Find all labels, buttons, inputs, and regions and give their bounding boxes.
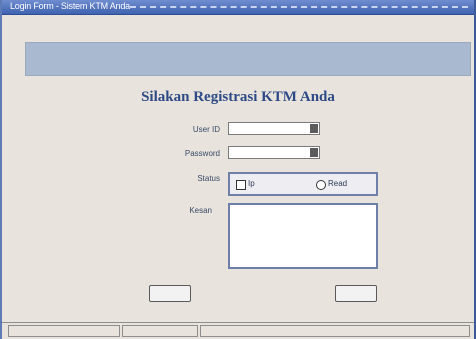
checkbox-icon[interactable] [236,180,246,190]
title-bar-rule [130,6,468,8]
password-label: Password [184,149,220,158]
status-cell-2 [122,325,198,337]
header-banner [25,42,471,76]
status-cell-3 [200,325,470,337]
note-label: Kesan [189,206,212,215]
ok-button[interactable] [149,285,191,302]
status-option-group: Ip Read [228,172,378,196]
status-bar [2,322,474,339]
user-id-field[interactable] [228,122,320,135]
status-label: Status [197,174,220,183]
status-option-ip[interactable]: Ip [248,179,255,188]
user-id-label: User ID [192,125,220,134]
app-window: Login Form - Sistem KTM Anda Silakan Reg… [0,0,476,339]
title-bar[interactable]: Login Form - Sistem KTM Anda [2,0,474,15]
password-field[interactable] [228,146,320,159]
cancel-button[interactable] [335,285,377,302]
radio-icon[interactable] [316,180,326,190]
window-title: Login Form - Sistem KTM Anda [10,1,130,11]
form-heading: Silakan Registrasi KTM Anda [141,89,335,105]
status-option-read[interactable]: Read [328,179,347,188]
status-cell-1 [8,325,120,337]
note-textarea[interactable] [228,203,378,269]
dropdown-icon[interactable] [310,148,318,157]
dropdown-icon[interactable] [310,124,318,133]
